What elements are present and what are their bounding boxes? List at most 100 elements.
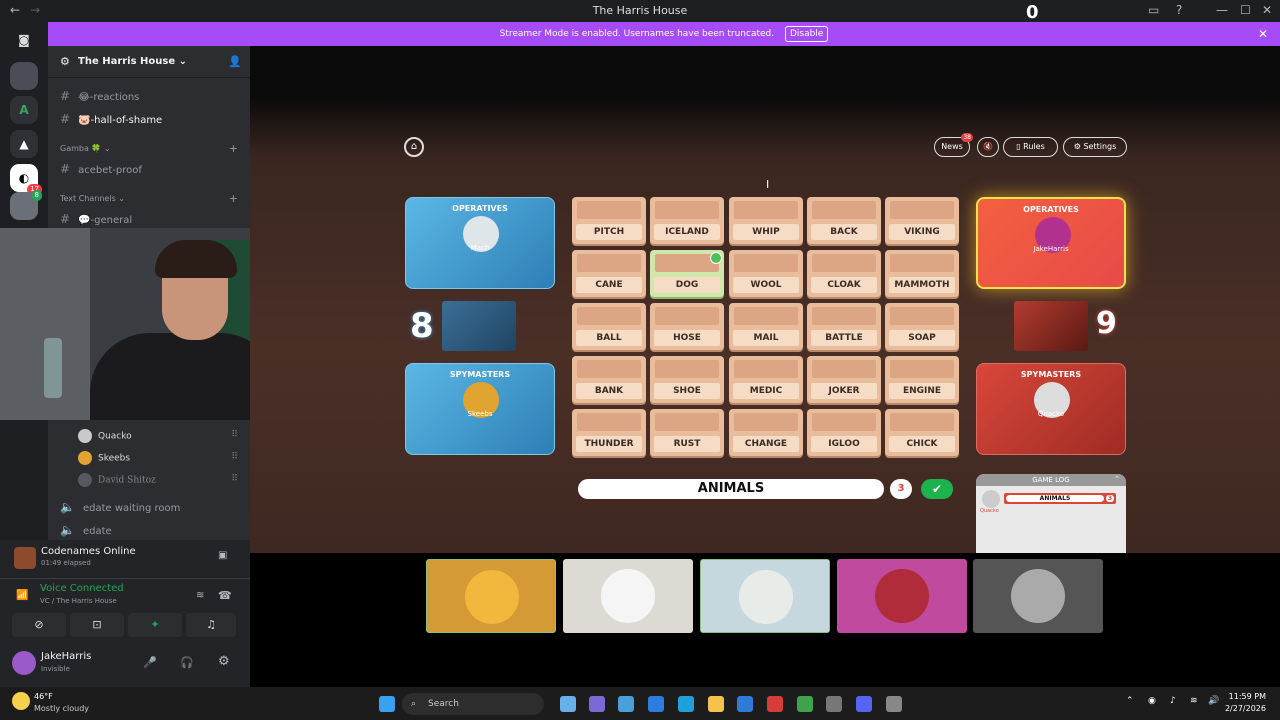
participant-tile[interactable] bbox=[700, 559, 830, 633]
voice-member[interactable]: David Shitoz bbox=[78, 473, 156, 487]
obs-icon[interactable] bbox=[826, 696, 842, 712]
participant-tile[interactable] bbox=[563, 559, 693, 633]
soundboard-button[interactable]: ♫ bbox=[186, 613, 236, 637]
headphones-icon[interactable]: 🎧 bbox=[180, 656, 194, 669]
minimize-button[interactable]: — bbox=[1216, 3, 1228, 17]
rules-button[interactable]: ▯ Rules bbox=[1003, 137, 1058, 157]
banner-close-icon[interactable]: ✕ bbox=[1258, 22, 1268, 46]
opera-icon[interactable] bbox=[767, 696, 783, 712]
temperature[interactable]: 46°F bbox=[34, 692, 53, 701]
mute-button[interactable]: 🔇 bbox=[977, 137, 999, 157]
screen-share-button[interactable]: ⊡ bbox=[70, 613, 124, 637]
guild-header[interactable]: ⚙ The Harris House ⌄ 👤 bbox=[48, 46, 250, 78]
voice-member[interactable]: Quacko bbox=[78, 429, 132, 443]
category-gamba[interactable]: Gamba 🍀 ⌄ bbox=[60, 144, 111, 153]
word-card[interactable]: BALL bbox=[572, 303, 646, 350]
teams-icon[interactable] bbox=[589, 696, 605, 712]
inbox-icon[interactable]: ▭ bbox=[1148, 3, 1159, 17]
voice-member[interactable]: Skeebs bbox=[78, 451, 130, 465]
network-icon[interactable]: ◉ bbox=[1148, 696, 1156, 706]
user-name[interactable]: JakeHarris bbox=[41, 651, 91, 662]
server-icon-3[interactable]: ▲ bbox=[10, 130, 38, 158]
weather-icon[interactable] bbox=[12, 692, 30, 710]
word-card[interactable]: ENGINE bbox=[885, 356, 959, 403]
noise-suppression-icon[interactable]: ≋ bbox=[196, 590, 204, 601]
edge-icon[interactable] bbox=[678, 696, 694, 712]
add-channel-icon[interactable]: + bbox=[229, 142, 238, 155]
word-card[interactable]: DOG bbox=[650, 250, 724, 297]
channel-reactions[interactable]: # 😂-reactions bbox=[60, 89, 139, 103]
volume-icon[interactable]: 🔊 bbox=[1208, 696, 1219, 706]
disconnect-icon[interactable]: ☎ bbox=[218, 589, 232, 602]
voice-status[interactable]: Voice Connected bbox=[40, 583, 124, 594]
add-channel-icon[interactable]: + bbox=[229, 192, 238, 205]
channel-acebet-proof[interactable]: # acebet-proof bbox=[60, 162, 142, 176]
participant-tile[interactable] bbox=[837, 559, 967, 633]
server-icon-1[interactable] bbox=[10, 62, 38, 90]
channel-general[interactable]: # 💬-general bbox=[60, 212, 132, 226]
help-icon[interactable]: ? bbox=[1176, 3, 1182, 17]
user-avatar[interactable] bbox=[12, 651, 36, 675]
camera-off-button[interactable]: ⊘ bbox=[12, 613, 66, 637]
dropbox-icon[interactable] bbox=[648, 696, 664, 712]
word-card[interactable]: MAIL bbox=[729, 303, 803, 350]
microphone-icon[interactable]: 🎤 bbox=[143, 656, 157, 669]
settings-app-icon[interactable] bbox=[886, 696, 902, 712]
word-card[interactable]: SHOE bbox=[650, 356, 724, 403]
wifi-icon[interactable]: ≋ bbox=[1190, 696, 1198, 706]
word-card[interactable]: MAMMOTH bbox=[885, 250, 959, 297]
chevron-up-icon[interactable]: ⌃ bbox=[1114, 475, 1120, 483]
confirm-clue-button[interactable]: ✔ bbox=[921, 479, 953, 499]
word-card[interactable]: THUNDER bbox=[572, 409, 646, 456]
word-card[interactable]: CANE bbox=[572, 250, 646, 297]
channel-hall-of-shame[interactable]: # 🐷-hall-of-shame bbox=[60, 112, 162, 126]
weather-condition[interactable]: Mostly cloudy bbox=[34, 704, 89, 713]
maximize-button[interactable]: ☐ bbox=[1240, 3, 1251, 17]
add-member-icon[interactable]: 👤 bbox=[228, 55, 242, 68]
word-card[interactable]: SOAP bbox=[885, 303, 959, 350]
grid-icon[interactable]: ⠿ bbox=[231, 430, 238, 440]
voice-channel-path[interactable]: VC / The Harris House bbox=[40, 597, 117, 605]
activities-button[interactable]: ✦ bbox=[128, 613, 182, 637]
file-explorer-icon[interactable] bbox=[708, 696, 724, 712]
category-text-channels[interactable]: Text Channels ⌄ bbox=[60, 194, 125, 203]
close-window-button[interactable]: ✕ bbox=[1262, 3, 1272, 17]
settings-button[interactable]: ⚙ Settings bbox=[1063, 137, 1127, 157]
word-card[interactable]: ICELAND bbox=[650, 197, 724, 244]
word-card[interactable]: PITCH bbox=[572, 197, 646, 244]
word-card[interactable]: CHICK bbox=[885, 409, 959, 456]
discord-icon[interactable]: ◙ bbox=[10, 26, 38, 54]
mail-icon[interactable] bbox=[737, 696, 753, 712]
discord-taskbar-icon[interactable] bbox=[856, 696, 872, 712]
server-icon-5[interactable]: 8 bbox=[10, 190, 42, 220]
word-card[interactable]: CLOAK bbox=[807, 250, 881, 297]
word-card[interactable]: WHIP bbox=[729, 197, 803, 244]
disable-streamer-mode-button[interactable]: Disable bbox=[784, 26, 829, 42]
word-card[interactable]: VIKING bbox=[885, 197, 959, 244]
chrome-icon[interactable] bbox=[797, 696, 813, 712]
word-card[interactable]: BANK bbox=[572, 356, 646, 403]
news-button[interactable]: News 38 bbox=[934, 133, 973, 157]
chevron-up-icon[interactable]: ⌃ bbox=[1126, 696, 1134, 706]
participant-tile[interactable] bbox=[973, 559, 1103, 633]
settings-gear-icon[interactable]: ⚙ bbox=[218, 654, 230, 669]
participant-tile[interactable] bbox=[426, 559, 556, 633]
word-card[interactable]: WOOL bbox=[729, 250, 803, 297]
start-button-icon[interactable] bbox=[379, 696, 395, 712]
word-card[interactable]: MEDIC bbox=[729, 356, 803, 403]
word-card[interactable]: BATTLE bbox=[807, 303, 881, 350]
voice-channel-edate[interactable]: 🔈 edate bbox=[60, 523, 112, 537]
word-card[interactable]: RUST bbox=[650, 409, 724, 456]
taskbar-search[interactable]: ⌕ Search bbox=[402, 693, 544, 715]
grid-icon[interactable]: ⠿ bbox=[231, 452, 238, 462]
activity-menu-icon[interactable]: ▣ bbox=[218, 550, 227, 561]
word-card[interactable]: JOKER bbox=[807, 356, 881, 403]
home-button[interactable]: ⌂ bbox=[404, 137, 424, 157]
store-icon[interactable] bbox=[618, 696, 634, 712]
word-card[interactable]: CHANGE bbox=[729, 409, 803, 456]
word-card[interactable]: BACK bbox=[807, 197, 881, 244]
word-card[interactable]: IGLOO bbox=[807, 409, 881, 456]
word-card[interactable]: HOSE bbox=[650, 303, 724, 350]
clock-date[interactable]: 2/27/2026 bbox=[1224, 704, 1266, 713]
voice-channel-edate-waiting-room[interactable]: 🔈 edate waiting room bbox=[60, 500, 180, 514]
